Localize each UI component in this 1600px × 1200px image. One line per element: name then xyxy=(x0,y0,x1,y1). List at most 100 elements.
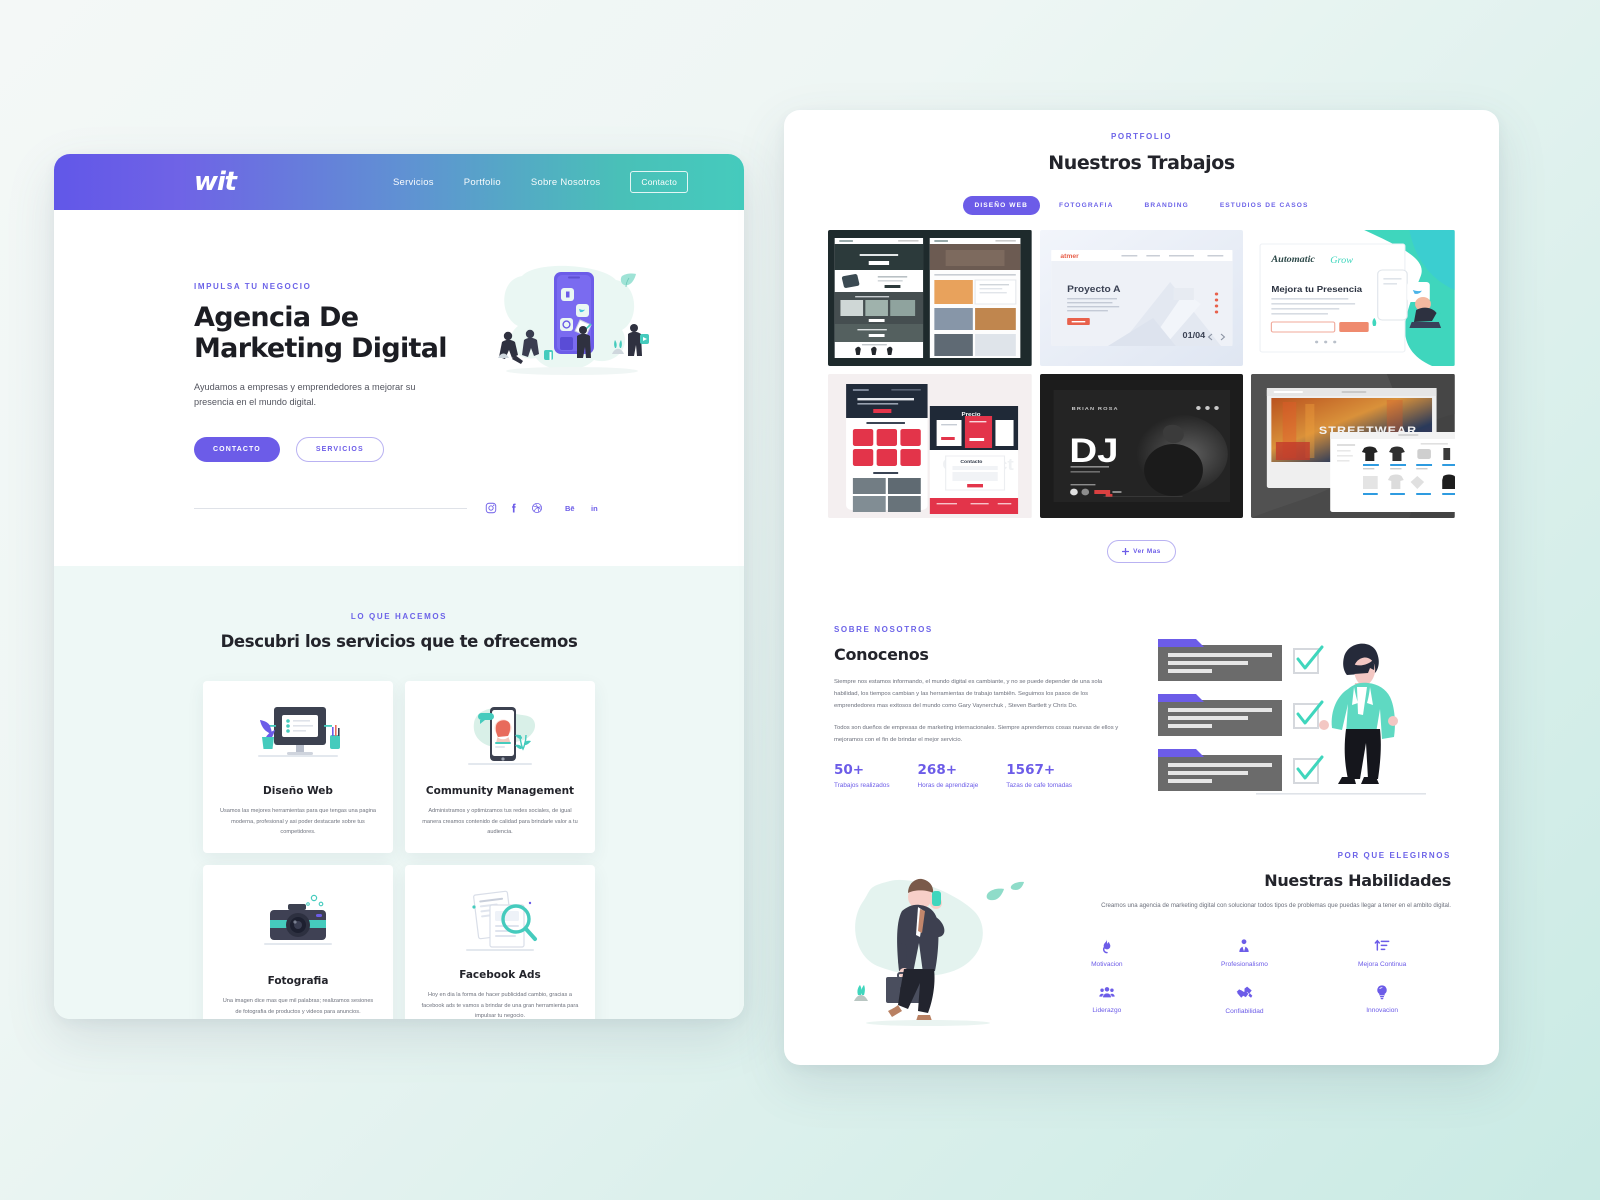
ver-mas-button[interactable]: Ver Mas xyxy=(1107,540,1176,563)
service-card-diseno-web[interactable]: Diseño Web Usamos las mejores herramient… xyxy=(203,681,393,854)
svg-text:Bē: Bē xyxy=(565,504,575,513)
portfolio-item-forest-ecommerce[interactable] xyxy=(828,230,1032,366)
filter-estudios-de-casos[interactable]: ESTUDIOS DE CASOS xyxy=(1208,196,1321,215)
svg-text:Contacto: Contacto xyxy=(960,459,982,465)
portfolio-item-dj-brian-rosa[interactable]: BRIAN ROSA DJ xyxy=(1039,374,1244,518)
services-eyebrow: LO QUE HACEMOS xyxy=(350,612,448,622)
skill-innovacion[interactable]: Innovacion xyxy=(1313,984,1451,1015)
skill-liderazgo[interactable]: Liderazgo xyxy=(1038,984,1176,1015)
nav-contacto-button[interactable]: Contacto xyxy=(630,171,688,193)
hero-phone-illustration xyxy=(498,265,649,375)
fire-icon xyxy=(1102,939,1111,954)
plus-icon xyxy=(1122,548,1130,555)
service-card-title: Facebook Ads xyxy=(459,969,541,982)
skills-desc: Creamos una agencia de marketing digital… xyxy=(1101,902,1451,909)
hero-copy: IMPULSA TU NEGOCIO Agencia De Marketing … xyxy=(194,282,494,463)
divider xyxy=(194,507,467,509)
dribbble-icon[interactable] xyxy=(531,502,543,514)
service-card-title: Diseño Web xyxy=(263,785,333,798)
nav-link-servicios[interactable]: Servicios xyxy=(393,177,434,188)
tie-person-icon xyxy=(1239,939,1250,952)
about-section: SOBRE NOSOTROS Conocenos Siempre nos est… xyxy=(828,625,1455,805)
lightbulb-icon xyxy=(1377,985,1387,1000)
svg-text:Grow: Grow xyxy=(1331,256,1354,266)
hero-contacto-button[interactable]: CONTACTO xyxy=(194,437,280,463)
nav-link-portfolio[interactable]: Portfolio xyxy=(464,177,501,188)
about-stats: 50+ Trabajos realizados 268+ Horas de ap… xyxy=(834,762,1128,791)
right-page-mockup: PORTFOLIO Nuestros Trabajos DISEÑO WEB F… xyxy=(784,110,1499,1065)
nav-links: Servicios Portfolio Sobre Nosotros Conta… xyxy=(393,171,688,193)
hero-social-row: Bē in xyxy=(194,502,604,514)
services-title: Descubri los servicios que te ofrecemos xyxy=(220,632,578,652)
skill-motivacion[interactable]: Motivacion xyxy=(1038,938,1176,968)
portfolio-filters: DISEÑO WEB FOTOGRAFIA BRANDING ESTUDIOS … xyxy=(828,196,1455,215)
group-icon xyxy=(1099,986,1115,998)
portfolio-item-proyecto-a[interactable]: atmer Proyecto A 01/04 xyxy=(1039,230,1244,366)
person-with-checklist-illustration xyxy=(1158,639,1426,795)
filter-diseno-web[interactable]: DISEÑO WEB xyxy=(962,196,1040,215)
filter-branding[interactable]: BRANDING xyxy=(1132,196,1200,215)
stat-trabajos-realizados: 50+ Trabajos realizados xyxy=(834,762,890,791)
service-card-fotografia[interactable]: Fotografia Una imagen dice mas que mil p… xyxy=(203,865,393,1019)
portfolio-item-streetwear-store[interactable]: STREETWEAR xyxy=(1251,374,1455,518)
social-icons: Bē in xyxy=(485,502,604,514)
skills-illustration-wrap xyxy=(828,851,1028,1031)
service-card-desc: Una imagen dice mas que mil palabras; re… xyxy=(222,998,374,1015)
svg-text:BRIAN ROSA: BRIAN ROSA xyxy=(1071,406,1118,412)
svg-text:01/04: 01/04 xyxy=(1182,331,1205,340)
stat-label: Horas de aprendizaje xyxy=(917,782,979,790)
service-card-desc: Hoy en dia la forma de hacer publicidad … xyxy=(421,992,579,1019)
about-copy: SOBRE NOSOTROS Conocenos Siempre nos est… xyxy=(828,625,1128,805)
portfolio-more-wrap: Ver Mas xyxy=(828,540,1455,563)
skill-label: Innovacion xyxy=(1366,1006,1399,1014)
stat-tazas-de-cafe-tomadas: 1567+ Tazas de cafe tomadas xyxy=(1006,762,1072,791)
portfolio-grid: atmer Proyecto A 01/04 Automatic Grow Me… xyxy=(828,230,1455,518)
portfolio-eyebrow: PORTFOLIO xyxy=(1110,132,1173,141)
about-illustration-wrap xyxy=(1148,625,1455,805)
stat-label: Trabajos realizados xyxy=(834,782,890,790)
service-card-title: Community Management xyxy=(425,785,575,798)
svg-text:DJ: DJ xyxy=(1069,431,1118,469)
portfolio-item-automatic-grow[interactable]: Automatic Grow Mejora tu Presencia xyxy=(1251,230,1455,366)
facebook-icon[interactable] xyxy=(508,502,520,514)
service-card-facebook-ads[interactable]: Facebook Ads Hoy en dia la forma de hace… xyxy=(405,865,595,1019)
services-section: LO QUE HACEMOS Descubri los servicios qu… xyxy=(54,566,744,1019)
left-page-mockup: wit Servicios Portfolio Sobre Nosotros C… xyxy=(54,154,744,1019)
skill-label: Liderazgo xyxy=(1092,1006,1122,1014)
skill-label: Confiabilidad xyxy=(1225,1007,1264,1015)
skill-confiabilidad[interactable]: Confiabilidad xyxy=(1176,984,1314,1015)
linkedin-icon[interactable]: in xyxy=(591,502,604,514)
svg-text:atmer: atmer xyxy=(1060,253,1079,260)
stat-value: 1567+ xyxy=(1006,762,1056,779)
ad-search-icon xyxy=(450,885,550,957)
hero-eyebrow: IMPULSA TU NEGOCIO xyxy=(194,282,312,291)
mobile-chat-icon xyxy=(450,701,550,773)
navbar: wit Servicios Portfolio Sobre Nosotros C… xyxy=(54,154,744,210)
instagram-icon[interactable] xyxy=(485,502,497,514)
skills-copy: POR QUE ELEGIRNOS Nuestras Habilidades C… xyxy=(1038,851,1455,1015)
filter-fotografia[interactable]: FOTOGRAFIA xyxy=(1047,196,1125,215)
skills-section: POR QUE ELEGIRNOS Nuestras Habilidades C… xyxy=(828,851,1455,1031)
portfolio-item-red-events-app[interactable]: Precio Contact Contacto xyxy=(828,374,1032,518)
skill-label: Motivacion xyxy=(1091,960,1123,968)
stat-value: 268+ xyxy=(917,762,958,779)
behance-icon[interactable]: Bē xyxy=(565,502,580,514)
businessman-on-phone-illustration xyxy=(854,878,1024,1026)
portfolio-title: Nuestros Trabajos xyxy=(1048,152,1235,174)
skills-grid: Motivacion Profesionalismo Mejora Contin… xyxy=(1038,938,1451,1015)
svg-text:Mejora tu Presencia: Mejora tu Presencia xyxy=(1272,285,1364,294)
hero-section: IMPULSA TU NEGOCIO Agencia De Marketing … xyxy=(54,210,744,463)
stat-label: Tazas de cafe tomadas xyxy=(1006,782,1072,790)
skills-title: Nuestras Habilidades xyxy=(1264,871,1451,890)
skill-label: Mejora Continua xyxy=(1357,960,1407,968)
nav-link-sobre-nosotros[interactable]: Sobre Nosotros xyxy=(531,177,601,188)
skill-mejora-continua[interactable]: Mejora Continua xyxy=(1313,938,1451,968)
skill-profesionalismo[interactable]: Profesionalismo xyxy=(1176,938,1314,968)
service-card-community-management[interactable]: Community Management Administramos y opt… xyxy=(405,681,595,854)
hero-buttons: CONTACTO SERVICIOS xyxy=(194,437,494,463)
brand-logo[interactable]: wit xyxy=(194,167,237,197)
svg-text:in: in xyxy=(591,504,598,513)
hero-title: Agencia De Marketing Digital xyxy=(194,302,447,365)
hero-servicios-button[interactable]: SERVICIOS xyxy=(295,437,384,463)
about-title: Conocenos xyxy=(834,645,929,664)
